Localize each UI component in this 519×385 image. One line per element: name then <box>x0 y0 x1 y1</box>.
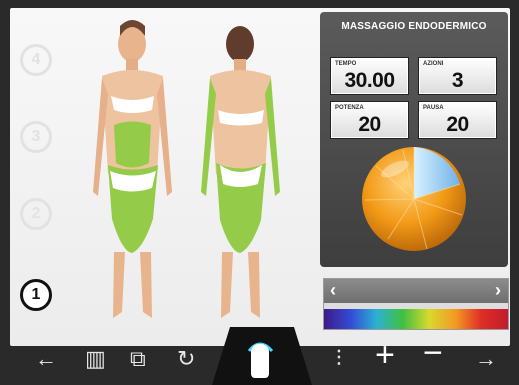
intensity-slider[interactable]: ‹ › <box>323 278 509 330</box>
treatment-title: MASSAGGIO ENDODERMICO <box>341 21 487 32</box>
color-spectrum <box>324 309 508 329</box>
potenza-box[interactable]: POTENZA 20 <box>330 101 409 139</box>
tempo-box[interactable]: TEMPO 30.00 <box>330 57 409 95</box>
back-body-figure <box>201 26 280 318</box>
pausa-value: 20 <box>446 113 469 136</box>
azioni-value: 3 <box>451 69 464 92</box>
slider-left-button[interactable]: ‹ <box>330 280 336 301</box>
sync-icon[interactable]: ↻ <box>177 346 195 372</box>
hand-icon <box>251 344 269 378</box>
step-2-button[interactable]: 2 <box>20 198 52 230</box>
potenza-label: POTENZA <box>335 105 364 111</box>
film-icon[interactable]: ▥ <box>85 346 106 372</box>
azioni-label: AZIONI <box>423 61 444 67</box>
measure-icon[interactable]: ⫶ <box>336 346 342 372</box>
plus-button[interactable]: + <box>375 336 395 375</box>
pausa-box[interactable]: PAUSA 20 <box>418 101 497 139</box>
slider-track[interactable] <box>324 279 508 303</box>
app-screen: 4 3 2 1 MASSAGGIO ENDODERMICO TEMPO 30.0… <box>0 0 519 385</box>
treatment-sphere-icon <box>362 147 466 251</box>
step-4-button[interactable]: 4 <box>20 44 52 76</box>
slider-right-button[interactable]: › <box>495 280 501 301</box>
step-3-button[interactable]: 3 <box>20 121 52 153</box>
tempo-label: TEMPO <box>335 61 357 67</box>
potenza-value: 20 <box>358 113 381 136</box>
minus-button[interactable]: − <box>423 334 443 373</box>
azioni-box[interactable]: AZIONI 3 <box>418 57 497 95</box>
tempo-value: 30.00 <box>344 69 395 92</box>
back-arrow-icon[interactable]: ← <box>35 346 57 372</box>
copy-icon[interactable]: ⧉ <box>130 346 146 372</box>
forward-arrow-icon[interactable]: → <box>475 346 497 372</box>
treatment-panel: MASSAGGIO ENDODERMICO TEMPO 30.00 AZIONI… <box>320 12 508 267</box>
step-1-button[interactable]: 1 <box>20 279 52 311</box>
pausa-label: PAUSA <box>423 105 444 111</box>
front-body-figure <box>93 20 172 318</box>
